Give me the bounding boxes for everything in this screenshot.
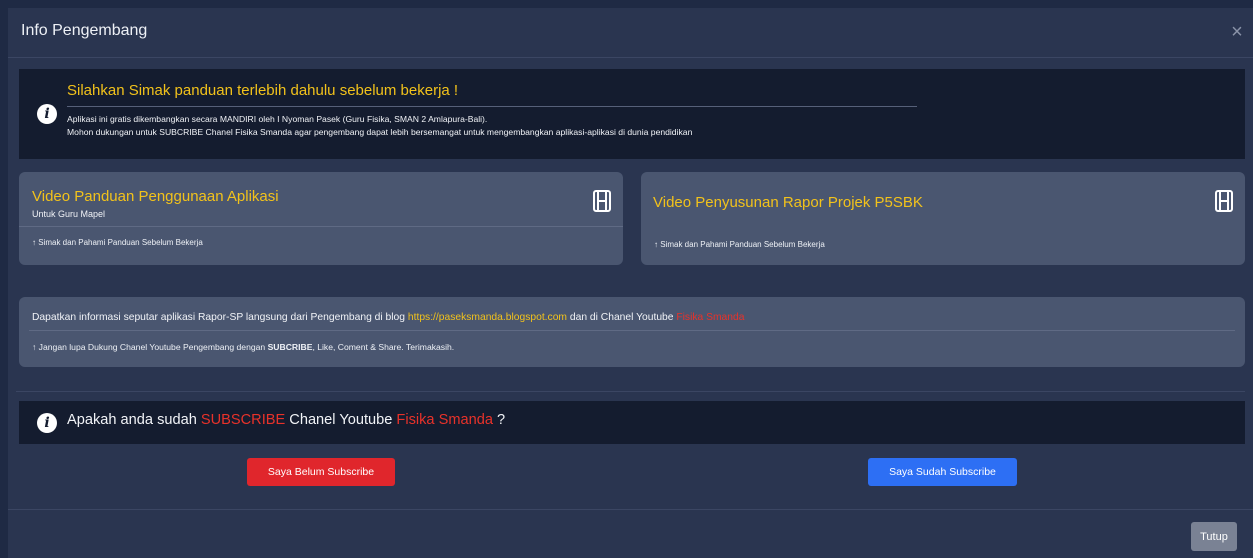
info-text-between: dan di Chanel Youtube bbox=[567, 312, 677, 323]
close-button[interactable]: Tutup bbox=[1191, 522, 1237, 551]
question-part-3: ? bbox=[492, 412, 506, 428]
footer-after: , Like, Coment & Share. Terimakasih. bbox=[312, 342, 455, 352]
video-guide-card[interactable]: Video Panduan Penggunaan Aplikasi Untuk … bbox=[19, 172, 623, 265]
blog-link[interactable]: https://paseksmanda.blogspot.com bbox=[408, 312, 567, 323]
developer-info-panel: Dapatkan informasi seputar aplikasi Rapo… bbox=[19, 297, 1245, 367]
modal-title: Info Pengembang bbox=[21, 22, 148, 39]
info-text-before: Dapatkan informasi seputar aplikasi Rapo… bbox=[32, 312, 408, 323]
notice-heading: Silahkan Simak panduan terlebih dahulu s… bbox=[67, 82, 459, 99]
panel-divider bbox=[29, 330, 1235, 331]
card-title[interactable]: Video Panduan Penggunaan Aplikasi bbox=[32, 188, 279, 205]
info-pengembang-modal: Info Pengembang × i Silahkan Simak pandu… bbox=[8, 8, 1253, 558]
video-p5sbk-card[interactable]: Video Penyusunan Rapor Projek P5SBK ↑ Si… bbox=[641, 172, 1245, 265]
modal-header: Info Pengembang × bbox=[8, 8, 1253, 58]
subscribe-word: SUBSCRIBE bbox=[200, 412, 286, 428]
section-divider bbox=[16, 391, 1245, 392]
info-circle-icon: i bbox=[37, 104, 57, 124]
card-footer: ↑ Simak dan Pahami Panduan Sebelum Beker… bbox=[32, 238, 203, 247]
info-circle-icon: i bbox=[37, 413, 57, 433]
question-text: Apakah anda sudah SUBSCRIBE Chanel Youtu… bbox=[67, 412, 505, 428]
card-subtitle: Untuk Guru Mapel bbox=[32, 209, 106, 219]
card-title[interactable]: Video Penyusunan Rapor Projek P5SBK bbox=[653, 194, 923, 211]
notice-line-2: Mohon dukungan untuk SUBCRIBE Chanel Fis… bbox=[67, 127, 693, 137]
question-part-1: Apakah anda sudah bbox=[67, 412, 201, 428]
card-divider bbox=[19, 226, 623, 227]
channel-link[interactable]: Fisika Smanda bbox=[676, 312, 744, 323]
footer-bold: SUBCRIBE bbox=[267, 342, 313, 352]
film-icon bbox=[593, 190, 611, 212]
info-footer: ↑ Jangan lupa Dukung Chanel Youtube Peng… bbox=[32, 342, 454, 352]
subscribed-button[interactable]: Saya Sudah Subscribe bbox=[868, 458, 1017, 486]
footer-before: ↑ Jangan lupa Dukung Chanel Youtube Peng… bbox=[32, 342, 268, 352]
footer-divider bbox=[8, 509, 1253, 510]
channel-name: Fisika Smanda bbox=[396, 412, 493, 428]
close-icon[interactable]: × bbox=[1227, 22, 1247, 42]
info-text: Dapatkan informasi seputar aplikasi Rapo… bbox=[32, 312, 744, 323]
subscribe-question-alert: i Apakah anda sudah SUBSCRIBE Chanel You… bbox=[19, 401, 1245, 444]
guide-notice-alert: i Silahkan Simak panduan terlebih dahulu… bbox=[19, 69, 1245, 159]
card-footer: ↑ Simak dan Pahami Panduan Sebelum Beker… bbox=[654, 240, 825, 249]
not-subscribed-button[interactable]: Saya Belum Subscribe bbox=[247, 458, 395, 486]
question-part-2: Chanel Youtube bbox=[285, 412, 397, 428]
film-icon bbox=[1215, 190, 1233, 212]
notice-line-1: Aplikasi ini gratis dikembangkan secara … bbox=[67, 114, 488, 124]
notice-divider bbox=[67, 106, 917, 107]
